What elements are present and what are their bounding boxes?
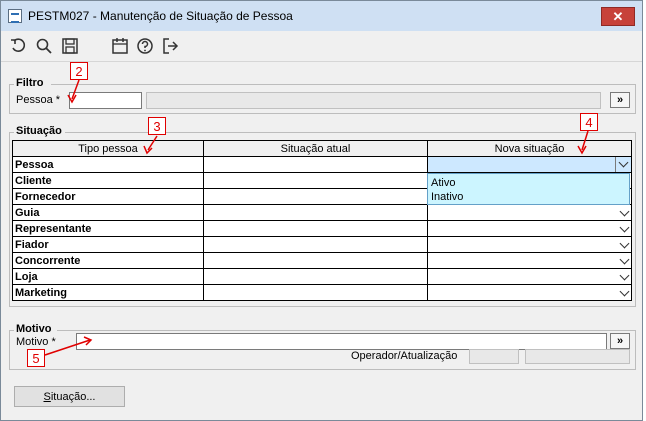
toolbar-separator [1, 61, 642, 62]
dropdown-option-inativo[interactable]: Inativo [431, 191, 463, 203]
motivo-lookup-button[interactable]: » [610, 333, 630, 349]
pessoa-label: Pessoa * [16, 94, 61, 106]
row-tipo: Loja [12, 268, 204, 285]
operador-field [469, 349, 519, 364]
window-title: PESTM027 - Manutenção de Situação de Pes… [28, 9, 293, 23]
table-row: Loja [12, 268, 632, 285]
nova-situacao-select[interactable] [427, 236, 632, 253]
row-tipo: Fornecedor [12, 188, 204, 205]
row-tipo: Cliente [12, 172, 204, 189]
row-atual [203, 172, 428, 189]
row-tipo: Representante [12, 220, 204, 237]
table-row: Representante [12, 220, 632, 237]
table-header-row: Tipo pessoa Situação atual Nova situação [12, 140, 632, 157]
search-icon[interactable] [35, 37, 53, 55]
nova-situacao-dropdown-list: Ativo Inativo [427, 173, 630, 205]
table-row: Pessoa [12, 156, 632, 173]
chevron-down-icon [619, 206, 630, 217]
situacao-table: Tipo pessoa Situação atual Nova situação… [12, 140, 632, 301]
row-tipo: Fiador [12, 236, 204, 253]
row-atual [203, 284, 428, 301]
table-row: Fiador [12, 236, 632, 253]
table-row: Guia [12, 204, 632, 221]
row-tipo: Pessoa [12, 156, 204, 173]
chevron-down-icon [618, 157, 629, 168]
nova-situacao-select[interactable] [427, 204, 632, 221]
callout-5: 5 [27, 349, 45, 367]
chevron-down-icon [619, 286, 630, 297]
close-button[interactable]: ✕ [601, 7, 635, 26]
nova-situacao-select[interactable] [427, 220, 632, 237]
atualizacao-field [525, 349, 630, 364]
row-atual [203, 268, 428, 285]
save-icon[interactable] [61, 37, 79, 55]
callout-2: 2 [70, 62, 88, 80]
dropdown-toggle[interactable] [615, 157, 631, 172]
calendar-icon[interactable] [111, 37, 129, 55]
situacao-button-label: ituação... [50, 390, 96, 403]
column-header-nova: Nova situação [427, 140, 632, 157]
situacao-button-mnemonic: S [43, 390, 51, 403]
operador-label: Operador/Atualização [351, 350, 458, 362]
chevron-down-icon [619, 270, 630, 281]
nova-situacao-select[interactable] [427, 268, 632, 285]
pessoa-code-input[interactable] [69, 92, 142, 109]
help-icon[interactable] [136, 37, 154, 55]
title-bar: PESTM027 - Manutenção de Situação de Pes… [1, 1, 642, 31]
table-row: Concorrente [12, 252, 632, 269]
row-atual [203, 204, 428, 221]
chevron-down-icon [619, 238, 630, 249]
table-row: Marketing [12, 284, 632, 301]
row-atual [203, 220, 428, 237]
pessoa-description-field [146, 92, 601, 109]
chevron-down-icon [619, 254, 630, 265]
row-atual [203, 236, 428, 253]
column-header-tipo: Tipo pessoa [12, 140, 204, 157]
nova-situacao-select[interactable] [427, 284, 632, 301]
row-atual [203, 156, 428, 173]
nova-situacao-select[interactable] [427, 252, 632, 269]
motivo-input[interactable] [76, 333, 607, 350]
row-tipo: Guia [12, 204, 204, 221]
row-tipo: Concorrente [12, 252, 204, 269]
chevron-down-icon [619, 222, 630, 233]
pessoa-lookup-button[interactable]: » [610, 92, 630, 108]
callout-3: 3 [148, 117, 166, 135]
row-atual [203, 188, 428, 205]
row-tipo: Marketing [12, 284, 204, 301]
situacao-button[interactable]: Situação... [14, 386, 125, 407]
motivo-label: Motivo * [16, 336, 56, 348]
callout-4: 4 [580, 113, 598, 131]
dropdown-option-ativo[interactable]: Ativo [431, 177, 455, 189]
main-window: PESTM027 - Manutenção de Situação de Pes… [0, 0, 643, 421]
nova-situacao-select[interactable] [427, 156, 632, 173]
row-atual [203, 252, 428, 269]
exit-icon[interactable] [161, 37, 179, 55]
column-header-atual: Situação atual [203, 140, 428, 157]
app-icon [8, 9, 22, 23]
undo-icon[interactable] [9, 37, 27, 55]
